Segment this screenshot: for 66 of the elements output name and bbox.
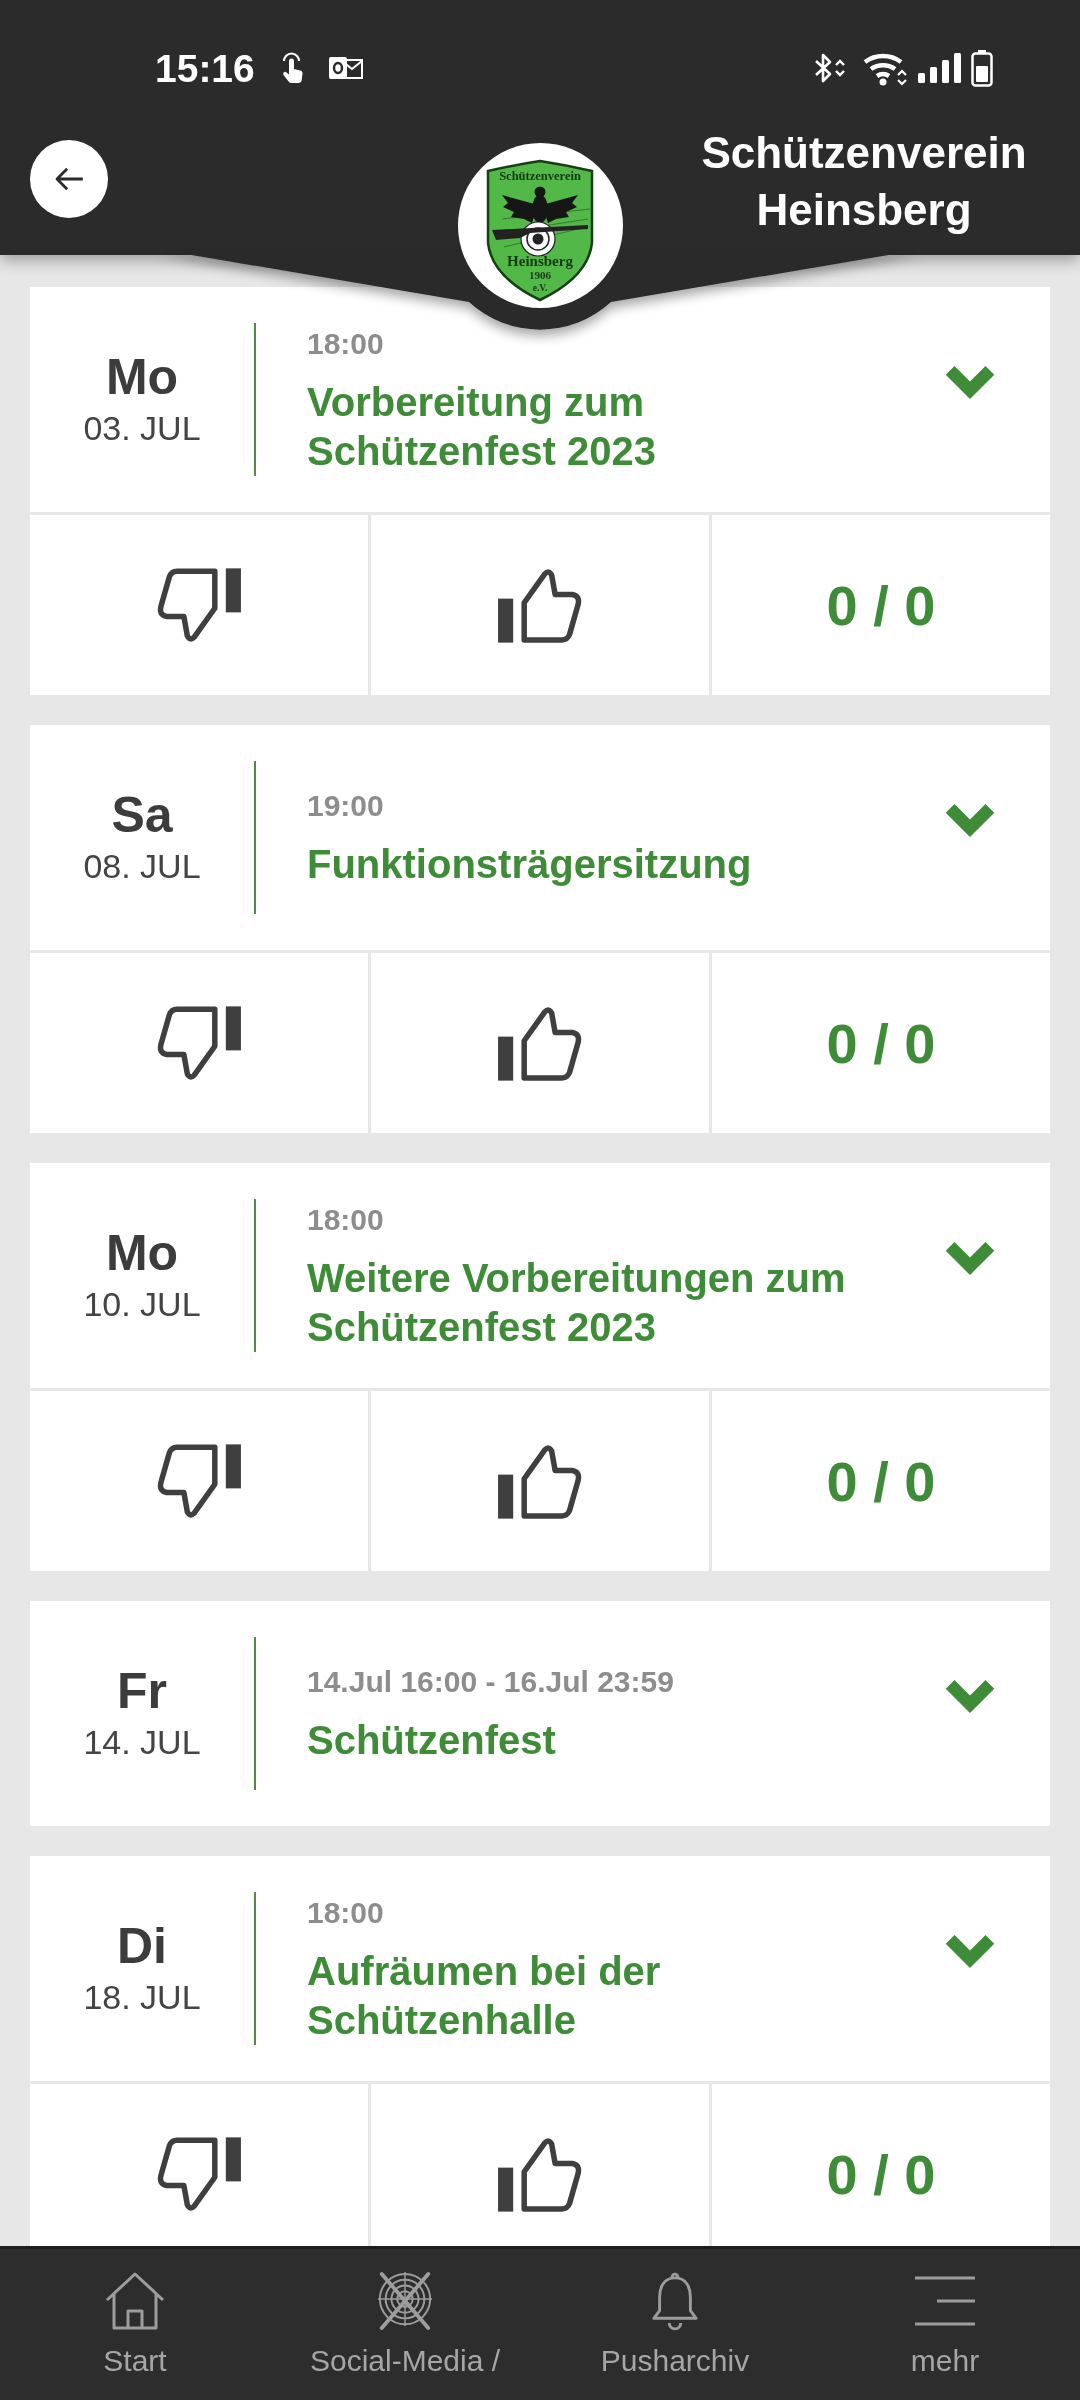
thumbs-down-button[interactable] <box>30 1391 368 1571</box>
crossed-rifles-target-icon <box>376 2271 434 2331</box>
chevron-down-icon[interactable] <box>945 1935 995 1968</box>
event-header-panel[interactable]: Di 18. JUL 18:00 Aufräumen bei der Schützenhalle <box>30 1856 1050 2081</box>
battery-icon <box>971 49 993 87</box>
thumbs-down-button[interactable] <box>30 515 368 695</box>
attendance-count: 0 / 0 <box>712 515 1050 695</box>
bell-icon <box>650 2271 700 2331</box>
event-time: 18:00 <box>307 325 384 362</box>
thumbs-down-icon <box>157 1442 241 1520</box>
event-title: Aufräumen bei der Schützenhalle <box>307 1947 662 2044</box>
nav-item[interactable]: Start <box>0 2249 270 2400</box>
attendance-count: 0 / 0 <box>712 2084 1050 2246</box>
event-header-panel[interactable]: Sa 08. JUL 19:00 Funktionsträgersitzung <box>30 725 1050 950</box>
home-icon <box>104 2271 166 2331</box>
event-date: 08. JUL <box>83 846 201 886</box>
logo-text: 1906 <box>529 269 551 281</box>
event-title: Weitere Vorbereitungen zum Schützenfest 2023 <box>307 1254 847 1351</box>
event-title: Schützenfest <box>307 1717 556 1764</box>
event-header-panel[interactable]: Fr 14. JUL 14.Jul 16:00 - 16.Jul 23:59 Schützenfest <box>30 1601 1050 1826</box>
chevron-down-icon[interactable] <box>945 366 995 399</box>
event-date: 03. JUL <box>83 408 201 448</box>
thumbs-up-icon <box>498 1442 582 1520</box>
thumbs-down-icon <box>157 2135 241 2213</box>
mail-icon <box>328 56 363 80</box>
thumbs-up-icon <box>498 2135 582 2213</box>
event-weekday: Sa <box>111 789 173 841</box>
menu-icon <box>914 2275 976 2327</box>
event-date: 10. JUL <box>83 1284 201 1324</box>
signal-icon <box>918 53 961 83</box>
thumbs-down-icon <box>157 566 241 644</box>
nav-item[interactable]: Social-Media / <box>270 2249 540 2400</box>
event-date: 18. JUL <box>83 1977 201 2017</box>
event-weekday: Di <box>117 1920 167 1972</box>
nav-item[interactable]: mehr <box>810 2249 1080 2400</box>
event-time: 18:00 <box>307 1894 384 1931</box>
attendance-count: 0 / 0 <box>712 953 1050 1133</box>
thumbs-up-icon <box>498 566 582 644</box>
event-time: 19:00 <box>307 788 384 824</box>
back-arrow-icon <box>54 167 84 191</box>
event-date: 14. JUL <box>83 1722 201 1762</box>
chevron-down-icon[interactable] <box>945 1242 995 1275</box>
thumbs-down-icon <box>157 1004 241 1082</box>
thumbs-up-button[interactable] <box>371 1391 709 1571</box>
club-title: Schützenverein Heinsberg <box>700 127 1028 236</box>
event-weekday: Mo <box>105 351 179 403</box>
thumbs-down-button[interactable] <box>30 2084 368 2246</box>
thumbs-up-icon <box>498 1004 582 1082</box>
event-title: Funktionsträgersitzung <box>307 841 752 888</box>
nav-item[interactable]: Pusharchiv <box>540 2249 810 2400</box>
chevron-down-icon[interactable] <box>945 1680 995 1713</box>
thumbs-up-button[interactable] <box>371 953 709 1133</box>
status-time: 15:16 <box>155 48 255 88</box>
event-time: 14.Jul 16:00 - 16.Jul 23:59 <box>307 1664 674 1700</box>
event-title: Vorbereitung zum Schützenfest 2023 <box>307 378 658 475</box>
event-header-panel[interactable]: Mo 10. JUL 18:00 Weitere Vorbereitungen zum Schützenfest 2023 <box>30 1163 1050 1388</box>
chevron-down-icon[interactable] <box>945 804 995 837</box>
thumbs-up-button[interactable] <box>371 515 709 695</box>
thumbs-down-button[interactable] <box>30 953 368 1133</box>
event-weekday: Mo <box>105 1227 179 1279</box>
thumbs-up-button[interactable] <box>371 2084 709 2246</box>
logo-text: Schützenverein <box>499 169 581 183</box>
event-time: 18:00 <box>307 1201 384 1238</box>
event-weekday: Fr <box>117 1665 167 1717</box>
attendance-count: 0 / 0 <box>712 1391 1050 1571</box>
logo-text: Heinsberg <box>507 253 573 269</box>
